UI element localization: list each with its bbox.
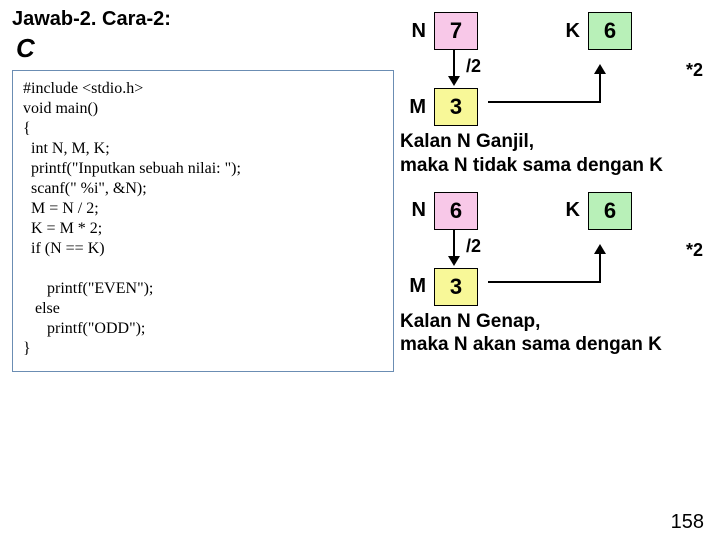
code-line: else [23, 300, 60, 317]
right-column: N 7 K 6 /2 *2 M 3 Kalan N Ganjil, ma [400, 8, 715, 371]
arrow-down: /2 [434, 54, 478, 84]
arrow-down: /2 [434, 234, 478, 264]
var-n-label: N [400, 199, 426, 222]
code-line: int N, M, K; [23, 140, 110, 157]
caption-line: Kalan N Genap, [400, 311, 540, 332]
var-k-label: K [554, 20, 580, 43]
cell-k: 6 [588, 12, 632, 50]
code-line: scanf(" %i", &N); [23, 180, 147, 197]
op-mul-label: *2 [686, 60, 703, 81]
page-number: 158 [671, 511, 704, 534]
row-m: M 3 [400, 88, 715, 126]
code-line: printf("ODD"); [23, 320, 145, 337]
diagram-even: N 6 K 6 /2 *2 M 3 Kalan N Genap, mak [400, 192, 715, 358]
caption-even: Kalan N Genap, maka N akan sama dengan K [400, 310, 715, 358]
caption-line: maka N tidak sama dengan K [400, 155, 663, 176]
code-line: #include <stdio.h> [23, 80, 143, 97]
diagram-odd: N 7 K 6 /2 *2 M 3 Kalan N Ganjil, ma [400, 12, 715, 178]
code-line: void main() [23, 100, 98, 117]
cell-m: 3 [434, 88, 478, 126]
caption-line: Kalan N Ganjil, [400, 131, 534, 152]
row-n-k-2: N 6 K 6 [400, 192, 715, 230]
cell-n: 7 [434, 12, 478, 50]
code-line: if (N == K) [23, 240, 105, 257]
cell-n: 6 [434, 192, 478, 230]
caption-line: maka N akan sama dengan K [400, 334, 662, 355]
code-line: printf("Inputkan sebuah nilai: "); [23, 160, 241, 177]
var-n-label: N [400, 20, 426, 43]
code-line [23, 260, 27, 277]
code-box: #include <stdio.h> void main() { int N, … [12, 70, 394, 372]
row-n-k: N 7 K 6 [400, 12, 715, 50]
code-line: printf("EVEN"); [23, 280, 153, 297]
code-line: } [23, 340, 31, 357]
code-line: K = M * 2; [23, 220, 102, 237]
row-m-2: M 3 [400, 268, 715, 306]
var-m-label: M [400, 96, 426, 119]
var-m-label: M [400, 275, 426, 298]
code-line: M = N / 2; [23, 200, 99, 217]
op-mul-label: *2 [686, 240, 703, 261]
caption-odd: Kalan N Ganjil, maka N tidak sama dengan… [400, 130, 715, 178]
code-line: { [23, 120, 31, 137]
var-k-label: K [554, 199, 580, 222]
cell-m: 3 [434, 268, 478, 306]
cell-k: 6 [588, 192, 632, 230]
